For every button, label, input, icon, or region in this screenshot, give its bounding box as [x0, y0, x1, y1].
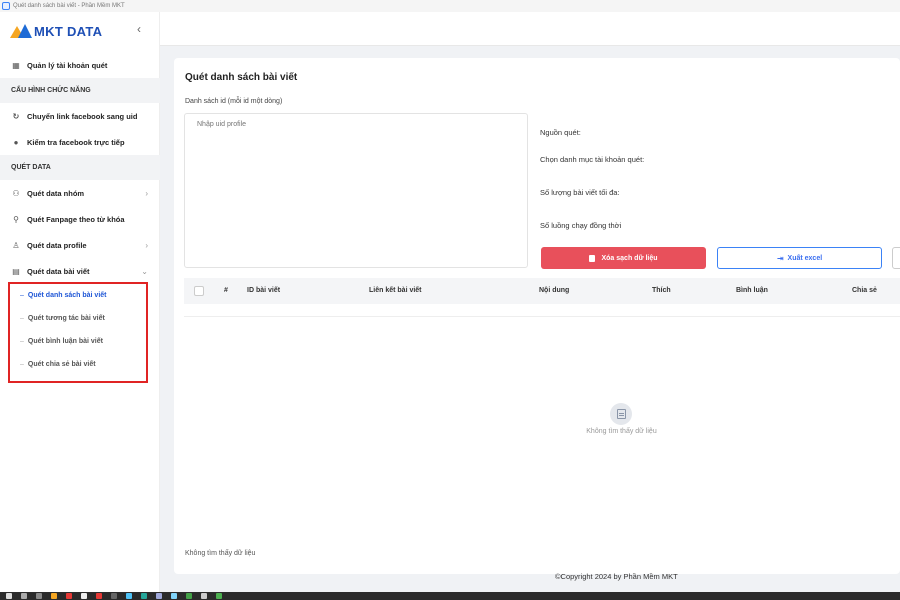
os-taskbar	[0, 592, 900, 600]
trash-icon	[589, 254, 596, 262]
export-icon: ⇥	[776, 253, 784, 263]
uid-input[interactable]	[185, 114, 527, 267]
column-header-comments: Bình luận	[736, 287, 768, 294]
chevron-left-icon[interactable]: ‹	[137, 22, 141, 36]
extra-action-button[interactable]	[892, 247, 900, 269]
clear-data-label: Xóa sạch dữ liệu	[601, 254, 658, 262]
main-card: Quét danh sách bài viết Danh sách id (mỗ…	[174, 58, 900, 574]
empty-data-icon	[610, 403, 632, 425]
grid-icon: ▦	[12, 60, 20, 70]
max-posts-label: Số lượng bài viết tối đa:	[540, 188, 620, 197]
table-header: # ID bài viết Liên kết bài viết Nội dung…	[184, 278, 900, 304]
taskbar-app-icon[interactable]	[141, 593, 147, 599]
export-excel-label: Xuất excel	[787, 254, 823, 262]
taskbar-app-icon[interactable]	[66, 593, 72, 599]
taskbar-app-icon[interactable]	[81, 593, 87, 599]
table-divider	[184, 316, 900, 317]
check-circle-icon: ●	[13, 137, 19, 147]
logo: MKT DATA	[10, 22, 102, 40]
sidebar-item-group-data[interactable]: ⚇ Quét data nhóm ›	[0, 180, 160, 206]
footer-status-text: Không tìm thấy dữ liệu	[185, 550, 256, 557]
user-icon: ♙	[12, 240, 20, 250]
taskbar-app-icon[interactable]	[201, 593, 207, 599]
column-header-post-link: Liên kết bài viết	[369, 287, 422, 294]
logo-text: MKT DATA	[34, 23, 103, 39]
sidebar-item-fanpage-search[interactable]: ⚲ Quét Fanpage theo từ khóa	[0, 206, 160, 232]
taskbar-app-icon[interactable]	[111, 593, 117, 599]
logo-mark-icon	[10, 24, 32, 38]
column-header-content: Nội dung	[539, 287, 570, 294]
taskbar-app-icon[interactable]	[21, 593, 27, 599]
sidebar-item-account-manager[interactable]: ▦ Quản lý tài khoản quét	[0, 52, 160, 78]
sidebar: MKT DATA ‹ ▦ Quản lý tài khoản quét CẤU …	[0, 12, 160, 592]
window-title: Quét danh sách bài viết - Phần Mềm MKT	[13, 3, 125, 9]
taskbar-app-icon[interactable]	[156, 593, 162, 599]
sidebar-item-label: Quét data bài viết	[27, 266, 90, 276]
chevron-down-icon: ⌄	[141, 266, 148, 276]
clear-data-button[interactable]: Xóa sạch dữ liệu	[541, 247, 706, 269]
sidebar-item-convert-link[interactable]: ↻ Chuyển link facebook sang uid	[0, 103, 160, 129]
section-header-config: CẤU HÌNH CHỨC NĂNG	[0, 78, 160, 103]
sidebar-item-label: Quét data profile	[27, 240, 87, 250]
sidebar-item-label: Kiểm tra facebook trực tiếp	[27, 137, 125, 147]
refresh-icon: ↻	[12, 111, 20, 121]
sidebar-item-post-data[interactable]: ▤ Quét data bài viết ⌄	[0, 258, 160, 284]
account-category-label: Chọn danh mục tài khoản quét:	[540, 155, 645, 164]
group-icon: ⚇	[12, 188, 20, 198]
app-icon	[2, 2, 10, 10]
uid-input-box	[184, 113, 528, 268]
copyright-text: ©Copyright 2024 by Phần Mềm MKT	[555, 572, 678, 581]
section-header-data: QUÉT DATA	[0, 155, 160, 180]
page-title: Quét danh sách bài viết	[185, 72, 298, 83]
empty-table-message: Không tìm thấy dữ liệu	[586, 428, 657, 435]
highlight-annotation-box	[8, 282, 148, 383]
source-label: Nguồn quét:	[540, 128, 581, 137]
threads-label: Số luồng chạy đồng thời	[540, 221, 622, 230]
chevron-right-icon: ›	[145, 188, 148, 198]
sidebar-item-label: Quét Fanpage theo từ khóa	[27, 214, 125, 224]
taskbar-app-icon[interactable]	[96, 593, 102, 599]
document-icon: ▤	[12, 266, 20, 276]
sidebar-item-check-facebook[interactable]: ● Kiểm tra facebook trực tiếp	[0, 129, 160, 155]
chevron-right-icon: ›	[145, 240, 148, 250]
uid-list-label: Danh sách id (mỗi id một dòng)	[185, 98, 283, 105]
select-all-checkbox[interactable]	[194, 286, 204, 296]
column-header-likes: Thích	[652, 287, 671, 294]
taskbar-app-icon[interactable]	[126, 593, 132, 599]
search-icon: ⚲	[13, 214, 19, 224]
taskbar-app-icon[interactable]	[36, 593, 42, 599]
column-header-post-id: ID bài viết	[247, 287, 281, 294]
taskbar-app-icon[interactable]	[171, 593, 177, 599]
top-header	[160, 12, 900, 46]
export-excel-button[interactable]: ⇥ Xuất excel	[717, 247, 882, 269]
column-header-shares: Chia sẻ	[852, 287, 877, 294]
taskbar-app-icon[interactable]	[6, 593, 12, 599]
taskbar-app-icon[interactable]	[51, 593, 57, 599]
taskbar-app-icon[interactable]	[216, 593, 222, 599]
sidebar-item-profile-data[interactable]: ♙ Quét data profile ›	[0, 232, 160, 258]
sidebar-item-label: Chuyển link facebook sang uid	[27, 111, 138, 121]
window-titlebar: Quét danh sách bài viết - Phần Mềm MKT	[0, 0, 900, 12]
sidebar-item-label: Quản lý tài khoản quét	[27, 60, 108, 70]
taskbar-app-icon[interactable]	[186, 593, 192, 599]
column-header-index: #	[224, 287, 228, 294]
sidebar-item-label: Quét data nhóm	[27, 188, 85, 198]
